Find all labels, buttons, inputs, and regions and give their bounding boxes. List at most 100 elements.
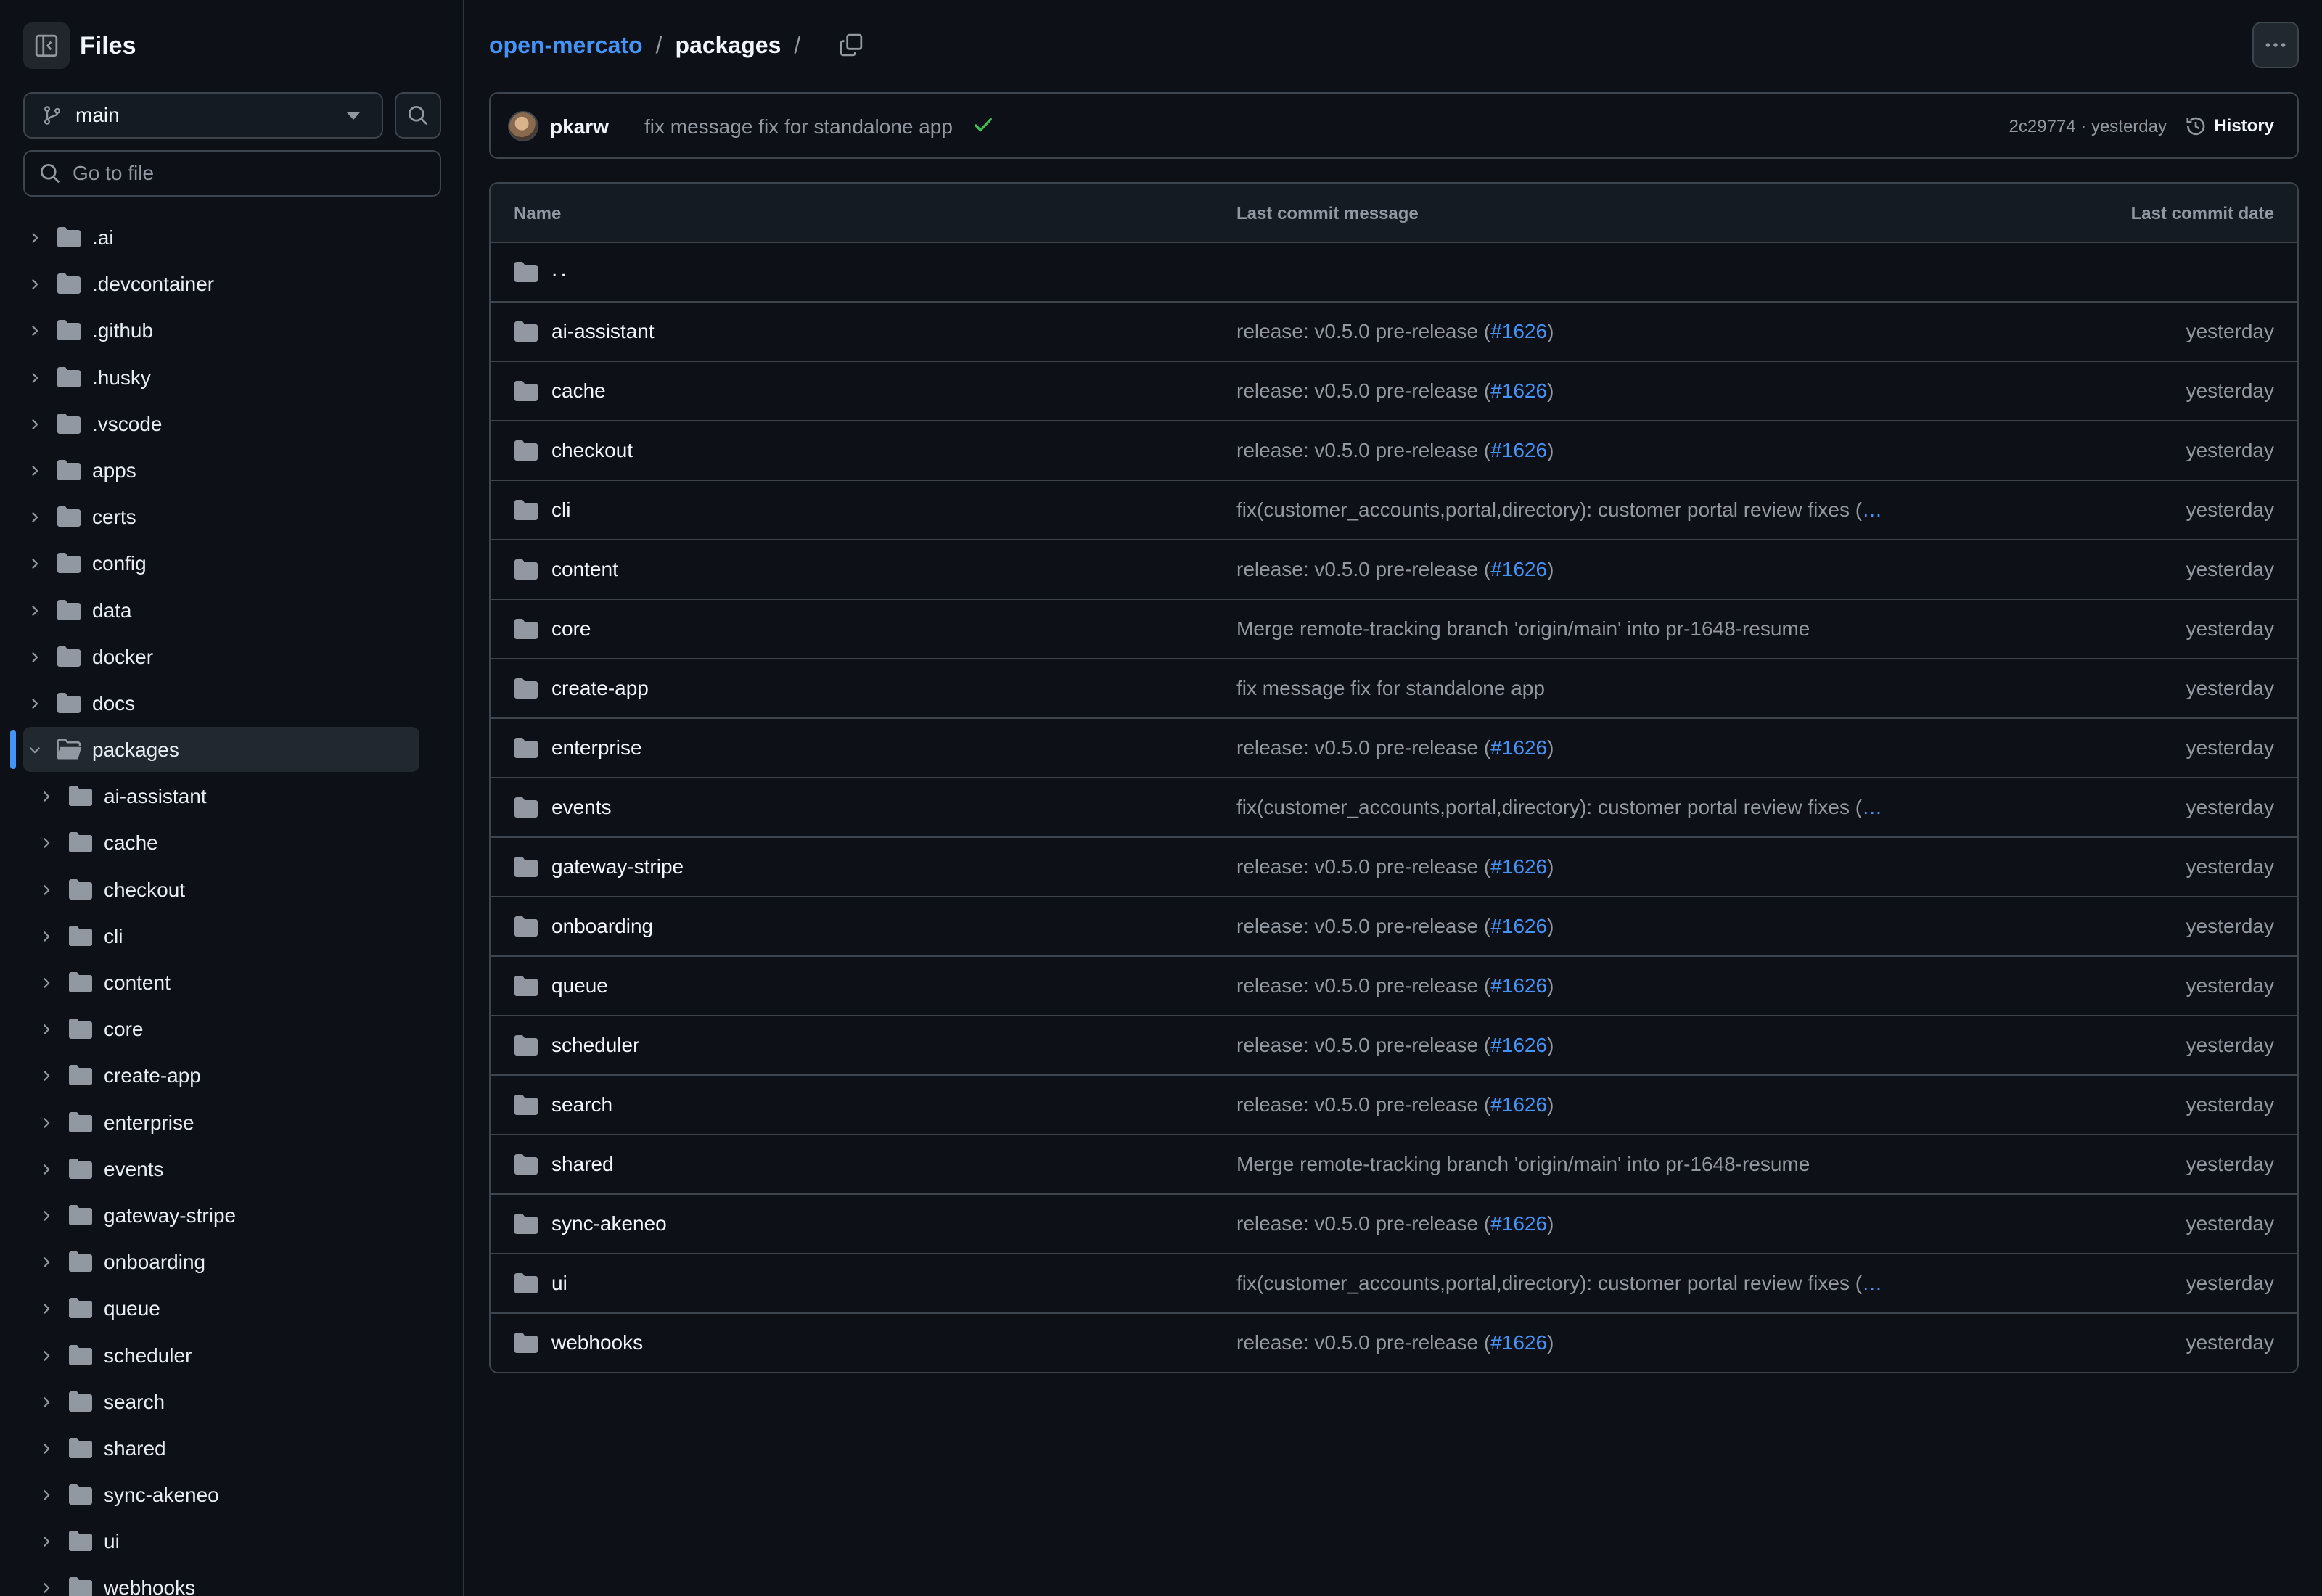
commit-message-link[interactable]: release: v0.5.0 pre-release (#1626) xyxy=(1236,974,1554,998)
commit-meta[interactable]: 2c29774 · yesterday xyxy=(2009,117,2167,137)
chevron-right-icon[interactable] xyxy=(28,696,42,715)
table-row[interactable]: sync-akeneo release: v0.5.0 pre-release (… xyxy=(491,1195,2297,1254)
branch-selector[interactable]: main xyxy=(23,92,383,139)
chevron-right-icon[interactable] xyxy=(28,417,42,435)
commit-message-link[interactable]: Merge remote-tracking branch 'origin/mai… xyxy=(1236,617,1810,641)
chevron-right-icon[interactable] xyxy=(39,1349,54,1367)
commit-message-link[interactable]: release: v0.5.0 pre-release (#1626) xyxy=(1236,915,1554,938)
avatar[interactable] xyxy=(508,111,538,141)
tree-item-create-app[interactable]: create-app xyxy=(0,1053,463,1099)
commit-message-link[interactable]: Merge remote-tracking branch 'origin/mai… xyxy=(1236,1153,1810,1176)
directory-link[interactable]: webhooks xyxy=(551,1331,643,1354)
tree-item-enterprise[interactable]: enterprise xyxy=(0,1100,463,1146)
commit-message-text[interactable]: release: v0.5.0 pre-release ( xyxy=(1236,439,1490,461)
commit-message-text[interactable]: fix(customer_accounts,portal,directory):… xyxy=(1236,1272,1862,1294)
tree-item-queue[interactable]: queue xyxy=(0,1286,463,1332)
tree-item-shared[interactable]: shared xyxy=(0,1426,463,1472)
tree-item-content[interactable]: content xyxy=(0,960,463,1006)
table-row[interactable]: queue release: v0.5.0 pre-release (#1626)… xyxy=(491,957,2297,1016)
commit-message-link[interactable]: release: v0.5.0 pre-release (#1626) xyxy=(1236,320,1554,343)
pull-request-link[interactable]: #1626 xyxy=(1490,915,1547,937)
directory-link[interactable]: core xyxy=(551,617,591,641)
table-row[interactable]: checkout release: v0.5.0 pre-release (#16… xyxy=(491,421,2297,481)
tree-item-dot-ai[interactable]: .ai xyxy=(0,215,463,261)
commit-message-link[interactable]: fix(customer_accounts,portal,directory):… xyxy=(1236,796,1882,819)
commit-message-text[interactable]: release: v0.5.0 pre-release ( xyxy=(1236,558,1490,580)
chevron-right-icon[interactable] xyxy=(39,1116,54,1134)
chevron-right-icon[interactable] xyxy=(28,604,42,622)
commit-message-link[interactable]: release: v0.5.0 pre-release (#1626) xyxy=(1236,1034,1554,1057)
commit-message-text[interactable]: fix message fix for standalone app xyxy=(1236,677,1545,699)
commit-message-text[interactable]: fix(customer_accounts,portal,directory):… xyxy=(1236,796,1862,818)
commit-message-link[interactable]: release: v0.5.0 pre-release (#1626) xyxy=(1236,1331,1554,1354)
directory-link[interactable]: cache xyxy=(551,379,606,403)
pull-request-link[interactable]: #1626 xyxy=(1490,379,1547,402)
commit-message-text[interactable]: Merge remote-tracking branch 'origin/mai… xyxy=(1236,1153,1810,1175)
more-options-button[interactable] xyxy=(2252,22,2299,68)
table-row[interactable]: onboarding release: v0.5.0 pre-release (#… xyxy=(491,897,2297,957)
tree-item-dot-husky[interactable]: .husky xyxy=(0,355,463,401)
chevron-right-icon[interactable] xyxy=(28,464,42,482)
chevron-right-icon[interactable] xyxy=(28,324,42,342)
directory-link[interactable]: shared xyxy=(551,1153,614,1176)
directory-link[interactable]: content xyxy=(551,558,618,581)
tree-item-data[interactable]: data xyxy=(0,588,463,634)
commit-message-text[interactable]: release: v0.5.0 pre-release ( xyxy=(1236,974,1490,997)
tree-item-apps[interactable]: apps xyxy=(0,448,463,494)
tree-item-certs[interactable]: certs xyxy=(0,494,463,540)
commit-message-text[interactable]: release: v0.5.0 pre-release ( xyxy=(1236,736,1490,759)
chevron-right-icon[interactable] xyxy=(39,1069,54,1087)
chevron-right-icon[interactable] xyxy=(39,1581,54,1596)
chevron-right-icon[interactable] xyxy=(39,1301,54,1320)
chevron-right-icon[interactable] xyxy=(39,1488,54,1506)
commit-message-text[interactable]: release: v0.5.0 pre-release ( xyxy=(1236,379,1490,402)
tree-item-config[interactable]: config xyxy=(0,540,463,587)
tree-item-ui[interactable]: ui xyxy=(0,1518,463,1565)
chevron-right-icon[interactable] xyxy=(28,650,42,668)
chevron-right-icon[interactable] xyxy=(39,836,54,854)
commit-message-link[interactable]: release: v0.5.0 pre-release (#1626) xyxy=(1236,379,1554,403)
search-files-button[interactable] xyxy=(395,92,441,139)
commit-message-link[interactable]: fix(customer_accounts,portal,directory):… xyxy=(1236,498,1882,522)
pull-request-link[interactable]: #1626 xyxy=(1490,439,1547,461)
pull-request-link[interactable]: #1626 xyxy=(1490,1331,1547,1354)
chevron-right-icon[interactable] xyxy=(39,1534,54,1552)
chevron-right-icon[interactable] xyxy=(28,277,42,295)
commit-message-link[interactable]: release: v0.5.0 pre-release (#1626) xyxy=(1236,558,1554,581)
pull-request-link[interactable]: … xyxy=(1862,796,1882,818)
chevron-right-icon[interactable] xyxy=(39,1255,54,1273)
sidebar-toggle-button[interactable] xyxy=(23,22,70,69)
chevron-right-icon[interactable] xyxy=(39,1162,54,1180)
chevron-right-icon[interactable] xyxy=(28,371,42,389)
pull-request-link[interactable]: #1626 xyxy=(1490,1093,1547,1116)
tree-item-docs[interactable]: docs xyxy=(0,680,463,727)
tree-item-core[interactable]: core xyxy=(0,1006,463,1053)
directory-link[interactable]: search xyxy=(551,1093,612,1116)
directory-link[interactable]: scheduler xyxy=(551,1034,639,1057)
chevron-down-icon[interactable] xyxy=(28,743,42,761)
commit-message-link[interactable]: release: v0.5.0 pre-release (#1626) xyxy=(1236,736,1554,760)
tree-item-cache[interactable]: cache xyxy=(0,820,463,866)
chevron-right-icon[interactable] xyxy=(39,1441,54,1460)
chevron-right-icon[interactable] xyxy=(39,883,54,901)
table-row[interactable]: enterprise release: v0.5.0 pre-release (#… xyxy=(491,719,2297,778)
tree-item-ai-assistant[interactable]: ai-assistant xyxy=(0,773,463,820)
directory-link[interactable]: create-app xyxy=(551,677,649,700)
pull-request-link[interactable]: #1626 xyxy=(1490,320,1547,342)
pull-request-link[interactable]: … xyxy=(1862,498,1882,521)
tree-item-packages[interactable]: packages xyxy=(0,727,463,773)
commit-message-link[interactable]: fix message fix for standalone app xyxy=(1236,677,1545,700)
tree-item-gateway-stripe[interactable]: gateway-stripe xyxy=(0,1193,463,1239)
tree-item-events[interactable]: events xyxy=(0,1146,463,1193)
directory-link[interactable]: cli xyxy=(551,498,570,522)
tree-item-dot-github[interactable]: .github xyxy=(0,308,463,354)
table-row[interactable]: shared Merge remote-tracking branch 'orig… xyxy=(491,1135,2297,1195)
tree-item-checkout[interactable]: checkout xyxy=(0,867,463,913)
tree-item-docker[interactable]: docker xyxy=(0,634,463,680)
directory-link[interactable]: gateway-stripe xyxy=(551,855,684,879)
chevron-right-icon[interactable] xyxy=(39,976,54,994)
commit-message-text[interactable]: Merge remote-tracking branch 'origin/mai… xyxy=(1236,617,1810,640)
directory-link[interactable]: sync-akeneo xyxy=(551,1212,667,1235)
table-row[interactable]: events fix(customer_accounts,portal,direc… xyxy=(491,778,2297,838)
commit-message-link[interactable]: release: v0.5.0 pre-release (#1626) xyxy=(1236,1212,1554,1235)
